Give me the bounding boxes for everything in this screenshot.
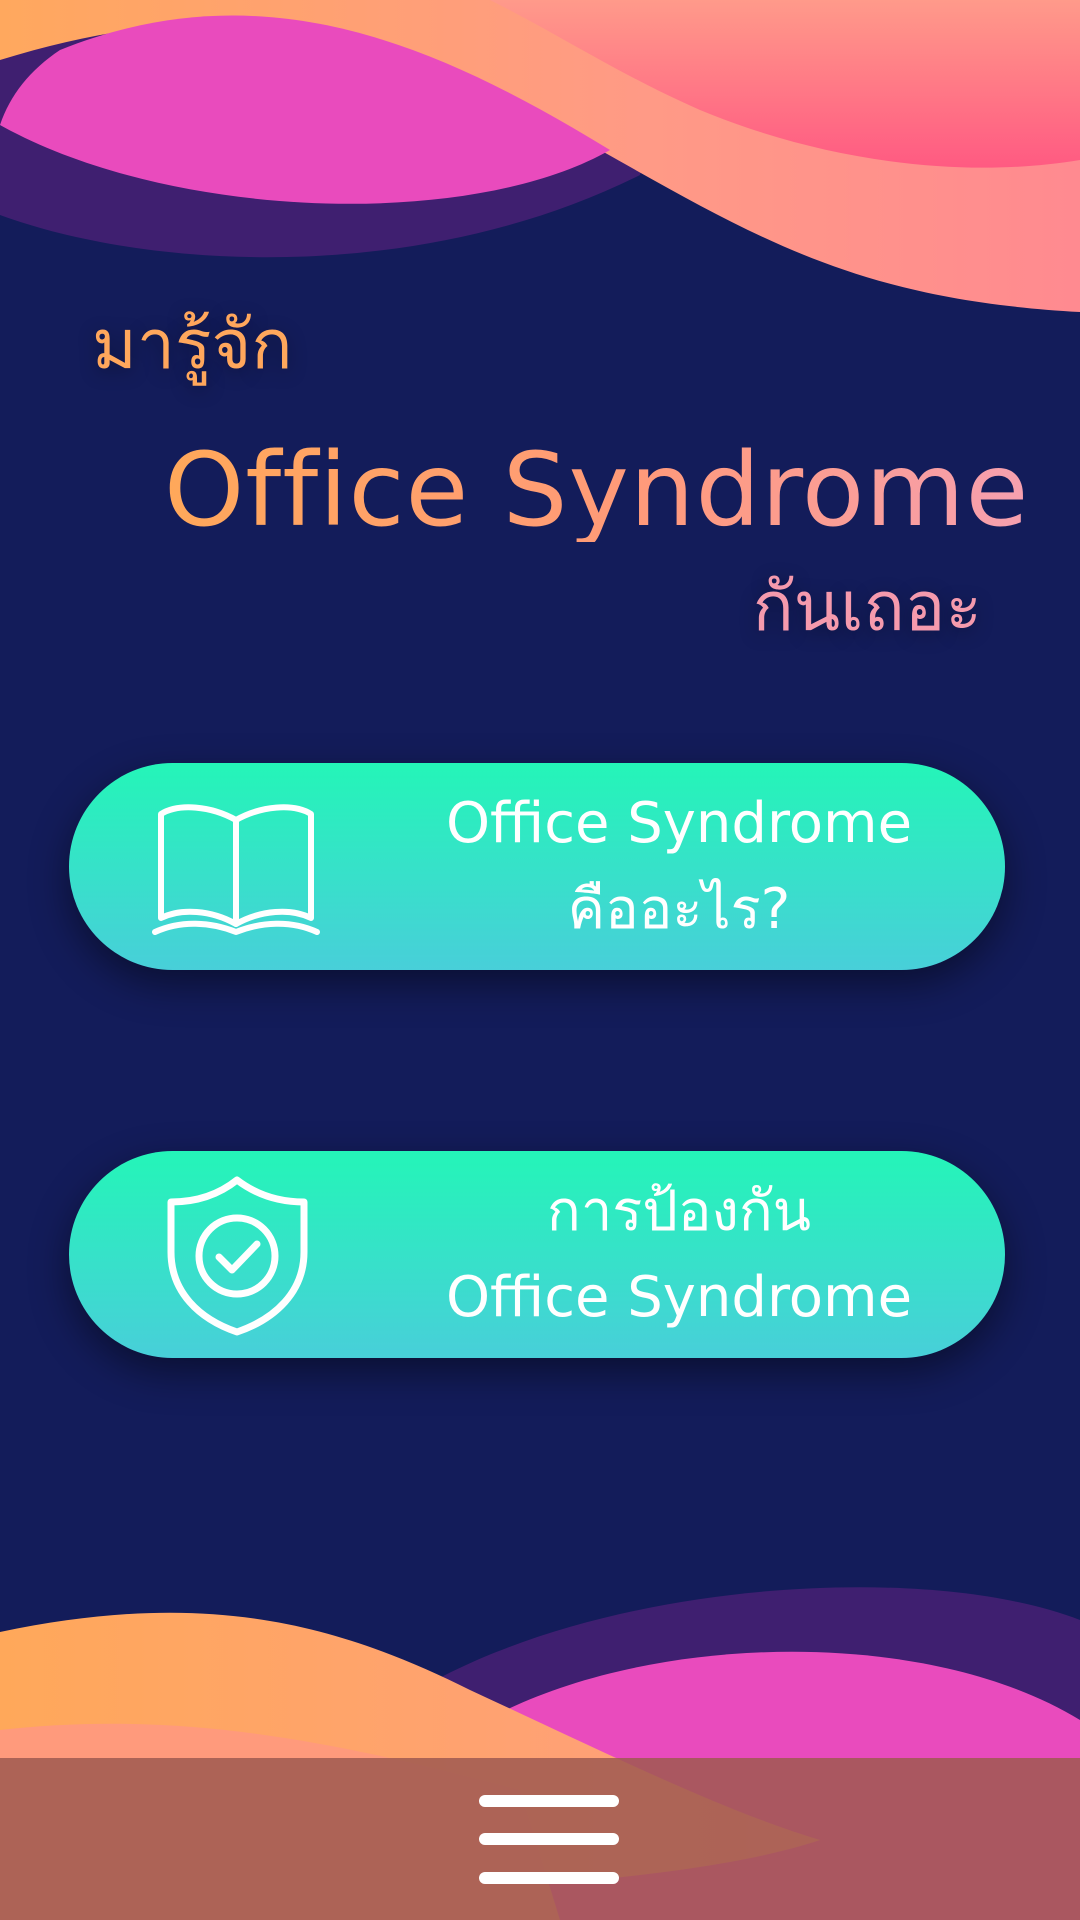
button-1-line-1: Office Syndrome bbox=[445, 790, 913, 856]
button-1-line-2: คืออะไร? bbox=[567, 876, 791, 942]
welcome-title: มารู้จัก Office Syndrome กันเถอะ bbox=[0, 0, 1080, 700]
prevention-office-syndrome-button[interactable]: การป้องกัน Office Syndrome bbox=[69, 1151, 1005, 1358]
button-2-line-1: การป้องกัน bbox=[546, 1178, 812, 1244]
open-book-icon bbox=[152, 804, 320, 935]
hamburger-menu-icon[interactable] bbox=[479, 1795, 619, 1885]
button-2-line-2: Office Syndrome bbox=[445, 1264, 913, 1330]
what-is-office-syndrome-button[interactable]: Office Syndrome คืออะไร? bbox=[69, 763, 1005, 970]
title-line-1: มารู้จัก bbox=[92, 306, 293, 385]
title-line-3: กันเถอะ bbox=[752, 568, 982, 647]
shield-check-icon bbox=[167, 1176, 308, 1336]
title-line-2: Office Syndrome bbox=[164, 431, 1030, 550]
